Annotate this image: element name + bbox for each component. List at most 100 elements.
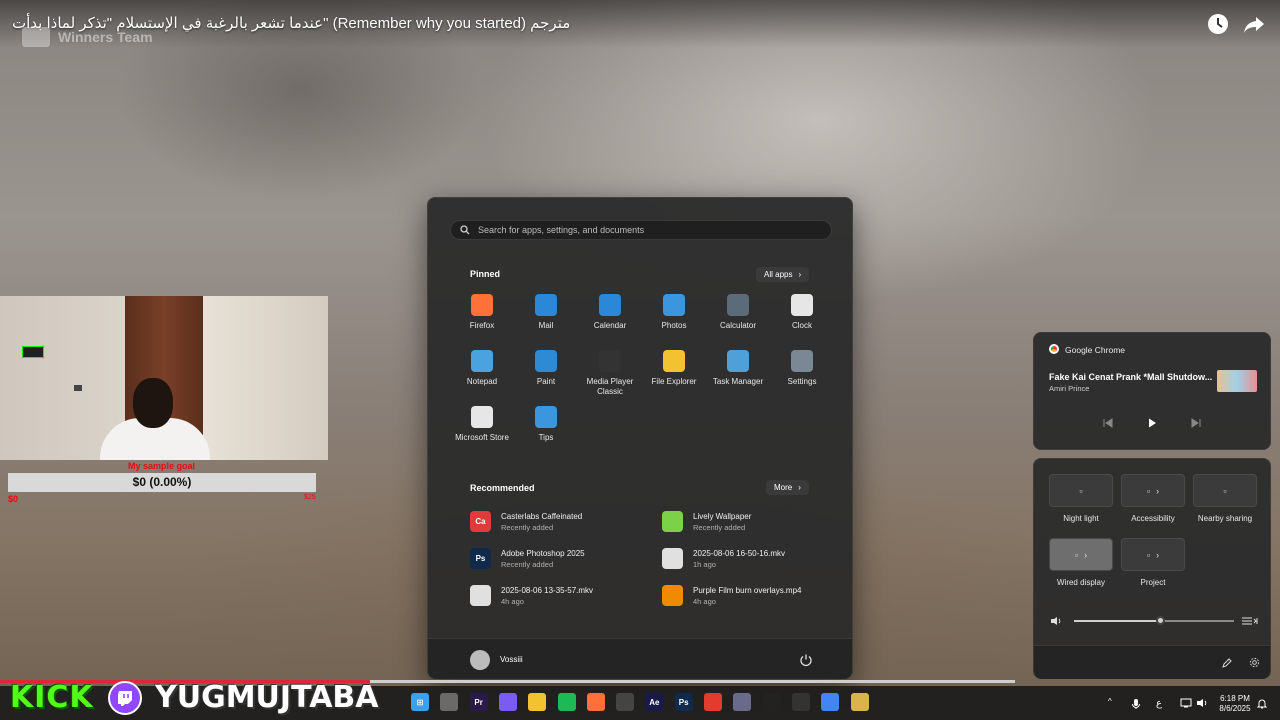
- recommended-item-subtitle: Recently added: [501, 523, 554, 532]
- power-icon[interactable]: [799, 653, 813, 667]
- copilot-icon[interactable]: [498, 693, 517, 711]
- microphone-icon[interactable]: [1131, 698, 1141, 710]
- recommended-item-subtitle: 4h ago: [501, 597, 524, 606]
- pinned-app-12[interactable]: Microsoft Store: [450, 406, 514, 443]
- more-button[interactable]: More ›: [766, 480, 809, 495]
- share-icon[interactable]: [1242, 12, 1266, 36]
- quick-tile-1[interactable]: ▫ ›: [1121, 474, 1185, 507]
- user-name[interactable]: Vossiii: [500, 655, 523, 664]
- pinned-app-label: Settings: [787, 377, 817, 386]
- quick-tile-0[interactable]: ▫: [1049, 474, 1113, 507]
- chevron-right-icon[interactable]: ›: [1156, 486, 1159, 496]
- photoshop-icon[interactable]: Ps: [674, 693, 693, 711]
- vlc-icon: [662, 585, 683, 606]
- volume-icon[interactable]: [1050, 616, 1062, 626]
- notification-bell-icon[interactable]: [1257, 698, 1267, 710]
- pinned-app-4[interactable]: Calculator: [706, 294, 770, 331]
- quick-tile-4[interactable]: ▫ ›: [1121, 538, 1185, 571]
- pinned-app-10[interactable]: Task Manager: [706, 350, 770, 387]
- premiere-icon[interactable]: Pr: [469, 693, 488, 711]
- volume-slider-fill: [1074, 620, 1161, 622]
- chrome-icon[interactable]: [704, 693, 722, 711]
- capcut-icon[interactable]: [762, 693, 781, 711]
- speaker-icon[interactable]: [1196, 698, 1208, 708]
- audio-output-icon[interactable]: [1241, 616, 1259, 626]
- user-avatar[interactable]: [470, 650, 490, 670]
- task-manager-icon: [727, 350, 749, 372]
- media-app-icon[interactable]: [850, 693, 869, 711]
- quick-tile-2[interactable]: ▫: [1193, 474, 1257, 507]
- pinned-app-label: Clock: [791, 321, 812, 330]
- chevron-right-icon: ›: [798, 270, 802, 279]
- goal-title: My sample goal: [128, 461, 196, 471]
- pinned-app-7[interactable]: Paint: [514, 350, 578, 387]
- input-language[interactable]: ع: [1156, 698, 1162, 709]
- chevron-right-icon[interactable]: ›: [1084, 550, 1087, 560]
- settings-gear-icon[interactable]: [1249, 657, 1260, 668]
- all-apps-button[interactable]: All apps ›: [756, 267, 810, 282]
- webcam-overlay: [0, 296, 328, 460]
- recommended-item-5[interactable]: Purple Film burn overlays.mp4 4h ago: [662, 585, 801, 607]
- previous-track-icon[interactable]: [1102, 417, 1114, 429]
- chevron-right-icon[interactable]: ›: [1156, 550, 1159, 560]
- quick-tile-label: Nearby sharing: [1197, 514, 1253, 523]
- recommended-item-4[interactable]: 2025-08-06 13-35-57.mkv 4h ago: [470, 585, 593, 607]
- quick-tile-3[interactable]: ▫ ›: [1049, 538, 1113, 571]
- play-icon[interactable]: [1146, 417, 1158, 429]
- file-explorer-icon[interactable]: [528, 693, 547, 711]
- pinned-app-9[interactable]: File Explorer: [642, 350, 706, 387]
- quick-tile-label: Night light: [1063, 514, 1099, 523]
- clock-icon: [791, 294, 813, 316]
- recommended-item-1[interactable]: Lively Wallpaper Recently added: [662, 511, 751, 533]
- next-track-icon[interactable]: [1190, 417, 1202, 429]
- network-icon[interactable]: [1180, 698, 1192, 708]
- edit-pencil-icon[interactable]: [1222, 658, 1232, 668]
- pinned-app-11[interactable]: Settings: [770, 350, 834, 387]
- pinned-app-0[interactable]: Firefox: [450, 294, 514, 331]
- volume-slider[interactable]: [1074, 616, 1234, 625]
- video-progress-bar[interactable]: [0, 680, 1015, 683]
- recommended-item-0[interactable]: Ca Casterlabs Caffeinated Recently added: [470, 511, 582, 533]
- edge-icon[interactable]: [733, 693, 752, 711]
- pinned-app-3[interactable]: Photos: [642, 294, 706, 331]
- recommended-item-title: Casterlabs Caffeinated: [501, 512, 583, 521]
- twitch-icon: [108, 681, 142, 715]
- recommended-item-2[interactable]: Ps Adobe Photoshop 2025 Recently added: [470, 548, 585, 570]
- channel-name-overlay: YUGMUJTABA: [155, 680, 379, 715]
- recommended-item-text: Adobe Photoshop 2025 Recently added: [501, 548, 585, 570]
- recommended-item-title: 2025-08-06 13-35-57.mkv: [501, 586, 594, 595]
- taskbar-clock[interactable]: 6:18 PM 8/6/2025: [1216, 694, 1254, 714]
- firefox-icon[interactable]: [586, 693, 605, 711]
- accessibility-icon: ▫: [1146, 485, 1151, 496]
- recommended-item-3[interactable]: 2025-08-06 16-50-16.mkv 1h ago: [662, 548, 785, 570]
- pinned-app-label: Media Player Classic: [586, 377, 634, 396]
- task-view-icon[interactable]: [440, 693, 459, 711]
- pinned-app-6[interactable]: Notepad: [450, 350, 514, 387]
- after-effects-icon[interactable]: Ae: [645, 693, 664, 711]
- chrome-alt-icon[interactable]: [821, 693, 840, 711]
- clock-date: 8/6/2025: [1219, 704, 1251, 713]
- clapper-icon[interactable]: [616, 693, 635, 711]
- desktop-background: عندما تشعر بالرغبة في الإستسلام "تذكر لم…: [0, 0, 1280, 720]
- recommended-item-text: Lively Wallpaper Recently added: [693, 511, 751, 533]
- pinned-app-2[interactable]: Calendar: [578, 294, 642, 331]
- project-icon: ▫: [1146, 549, 1151, 560]
- pinned-app-8[interactable]: Media Player Classic: [578, 350, 642, 397]
- pinned-app-13[interactable]: Tips: [514, 406, 578, 443]
- watch-later-icon[interactable]: [1206, 12, 1230, 36]
- recommended-item-title: Adobe Photoshop 2025: [501, 549, 585, 558]
- volume-slider-thumb[interactable]: [1156, 616, 1166, 625]
- pinned-app-1[interactable]: Mail: [514, 294, 578, 331]
- start-menu-footer: Vossiii: [428, 638, 852, 679]
- media-source-app: Google Chrome: [1065, 345, 1126, 355]
- notepad-icon: [471, 350, 493, 372]
- obs-icon[interactable]: [791, 693, 810, 711]
- start-search-box[interactable]: Search for apps, settings, and documents: [450, 220, 832, 240]
- streamer-head: [133, 378, 173, 428]
- video-top-bar: عندما تشعر بالرغبة في الإستسلام "تذكر لم…: [0, 0, 1280, 48]
- pinned-app-5[interactable]: Clock: [770, 294, 834, 331]
- spotify-icon[interactable]: [557, 693, 576, 711]
- recommended-item-text: Casterlabs Caffeinated Recently added: [501, 511, 582, 533]
- start-icon[interactable]: ⊞: [411, 693, 429, 711]
- show-hidden-icons-icon[interactable]: ^: [1108, 697, 1112, 706]
